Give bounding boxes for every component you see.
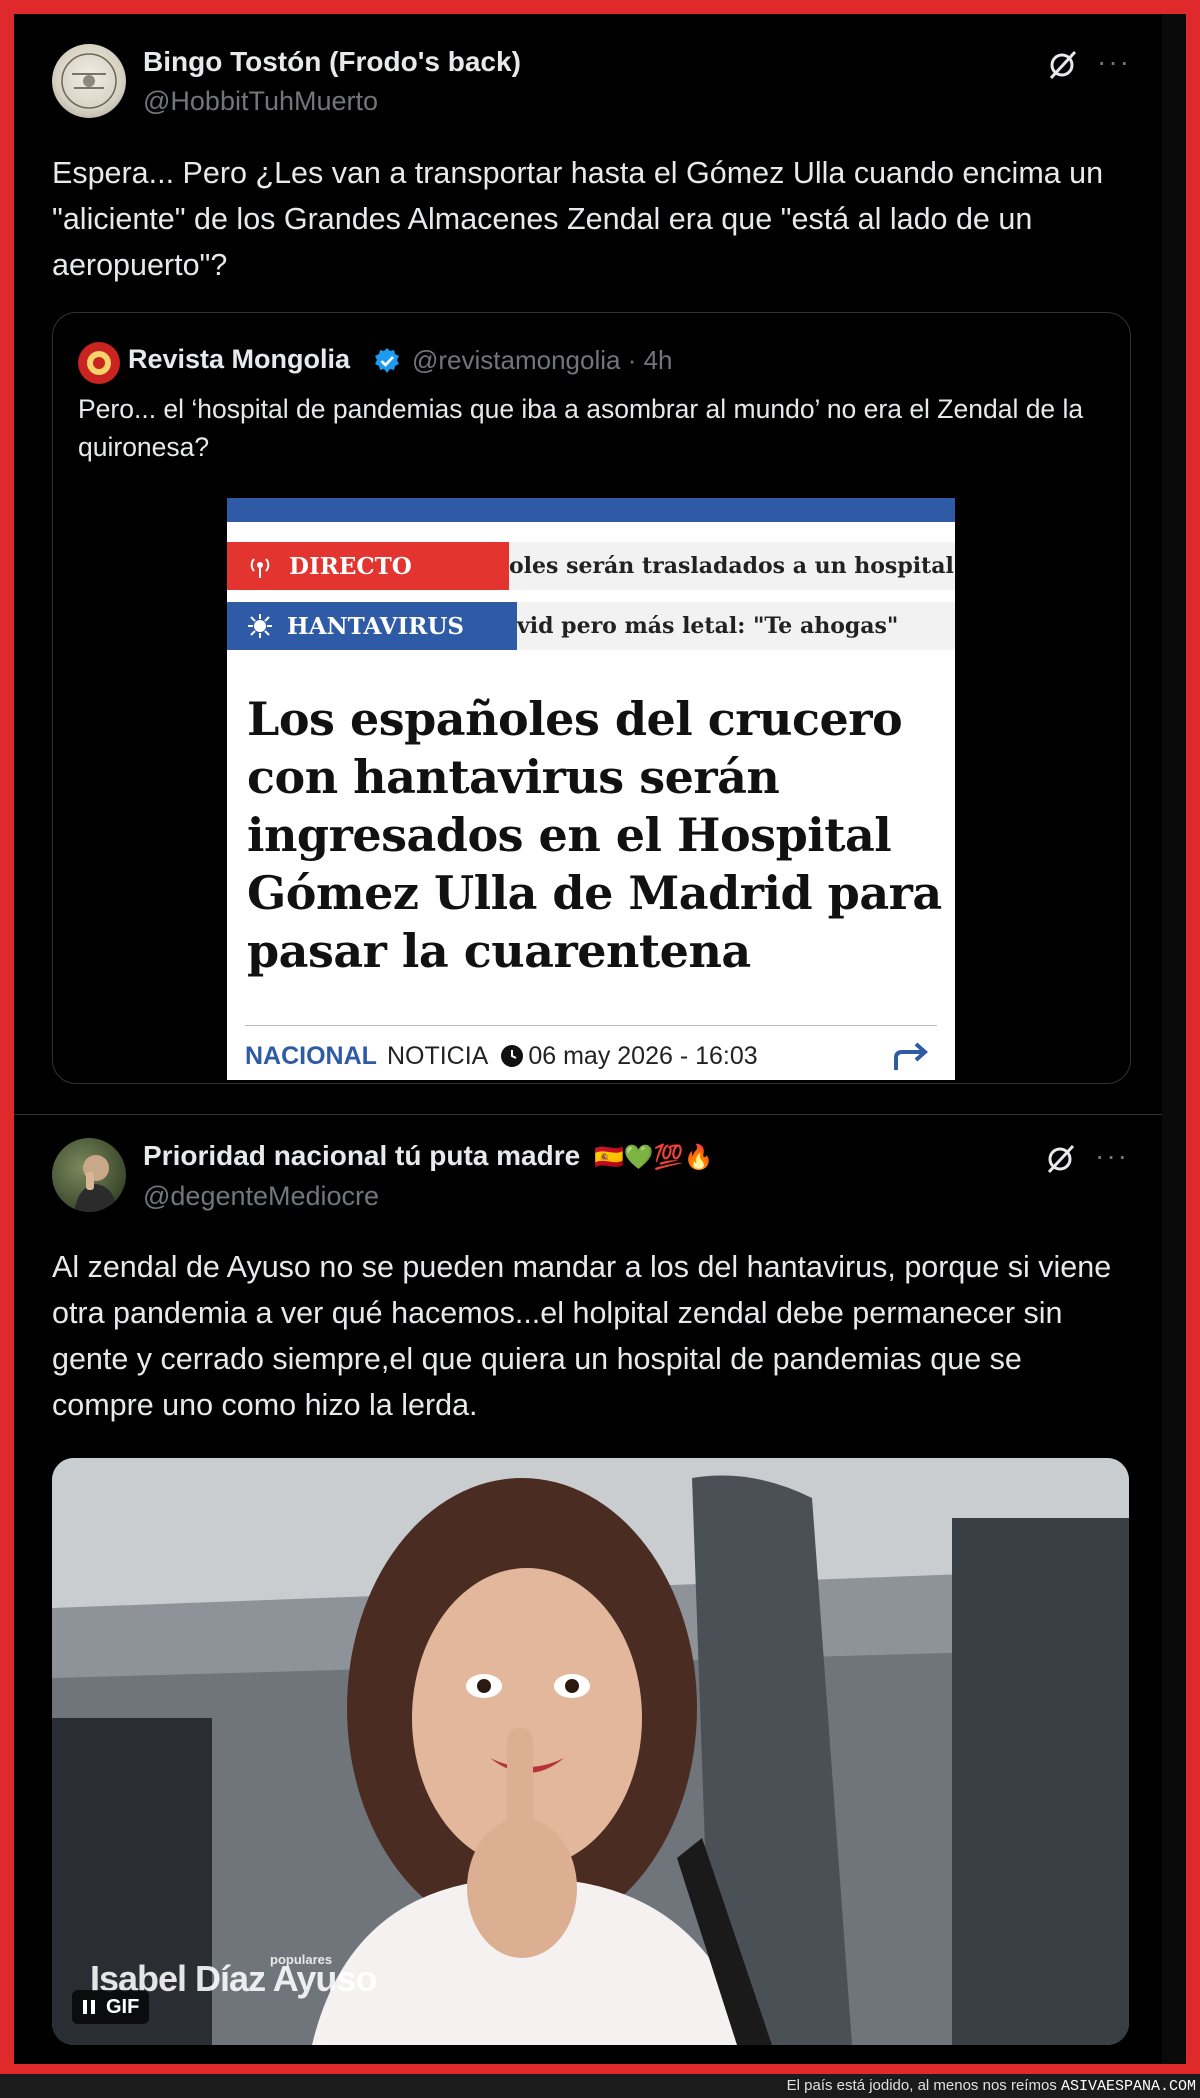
grok-icon[interactable] [1044,1142,1078,1176]
news-hantavirus-text: vid pero más letal: "Te ahogas" [517,613,899,639]
avatar-illustration-icon [61,53,117,109]
author-name-row[interactable]: Prioridad nacional tú puta madre 🇪🇸💚💯🔥 [143,1140,714,1172]
tweet-divider [14,1114,1162,1115]
share-arrow-icon [894,1042,929,1070]
grok-icon[interactable] [1046,48,1080,82]
gif-small-tag: populares [270,1952,333,1967]
author-name[interactable]: Prioridad nacional tú puta madre [143,1140,580,1171]
author-handle[interactable]: @HobbitTuhMuerto [143,86,378,117]
news-tag-hantavirus: HANTAVIRUS [227,602,517,650]
news-hantavirus-row: HANTAVIRUS vid pero más letal: "Te ahoga… [227,602,955,650]
quoted-time[interactable]: · 4h [628,345,673,375]
news-tag-live-label: DIRECTO [289,552,412,580]
gif-media[interactable]: Isabel Díaz Ayuso populares GIF [52,1458,1129,2045]
news-divider [245,1025,937,1026]
live-broadcast-icon [250,558,270,578]
more-options-icon[interactable]: ··· [1097,46,1131,78]
footer-slogan: El país está jodido, al menos nos reímos [786,2077,1057,2094]
avatar[interactable] [52,44,126,118]
news-meta: NACIONAL NOTICIA 06 may 2026 - 16:03 [245,1038,758,1074]
news-tag-hantavirus-label: HANTAVIRUS [287,612,465,640]
quoted-text: Pero... el ‘hospital de pandemias que ib… [78,394,1084,462]
more-options-icon[interactable]: ··· [1095,1140,1129,1172]
gif-label: GIF [106,1995,140,2018]
news-tag-live: DIRECTO [227,542,509,590]
author-handle[interactable]: @degenteMediocre [143,1181,379,1212]
tweet-text: Espera... Pero ¿Les van a transportar ha… [52,156,1104,282]
avatar[interactable] [52,1138,126,1212]
news-screenshot-image[interactable]: DIRECTO oles serán trasladados a un hosp… [227,498,955,1080]
news-date: 06 may 2026 - 16:03 [528,1041,758,1070]
gif-badge[interactable]: GIF [72,1990,150,2024]
scrollbar-track[interactable] [1162,14,1186,2064]
news-headline: Los españoles del crucero con hantavirus… [247,692,942,978]
virus-icon [248,614,272,638]
pause-icon[interactable] [82,1999,96,2015]
quoted-avatar[interactable] [78,342,120,384]
author-name[interactable]: Bingo Tostón (Frodo's back) [143,46,521,78]
quoted-author-handle[interactable]: @revistamongolia [412,345,620,375]
footer-brand: ASIVAESPANA.COM [1060,2078,1196,2095]
news-top-bar [227,498,955,522]
quoted-author-name[interactable]: Revista Mongolia [128,344,350,375]
gif-frame-image [52,1458,1129,2045]
news-kind: NOTICIA [386,1041,489,1070]
news-live-row: DIRECTO oles serán trasladados a un hosp… [227,542,955,590]
clock-icon [501,1045,524,1067]
verified-badge-icon [375,348,399,373]
footer-text: El país está jodido, al menos nos reímos… [787,2077,1196,2095]
tweet-text: Al zendal de Ayuso no se pueden mandar a… [52,1250,1112,1422]
avatar-photo-icon [74,1155,118,1212]
mongolia-logo-icon [87,351,111,375]
quoted-handle-time[interactable]: @revistamongolia · 4h [412,345,673,376]
news-section: NACIONAL [245,1041,377,1070]
news-live-text: oles serán trasladados a un hospital de [509,553,955,579]
author-emojis: 🇪🇸💚💯🔥 [593,1144,714,1171]
